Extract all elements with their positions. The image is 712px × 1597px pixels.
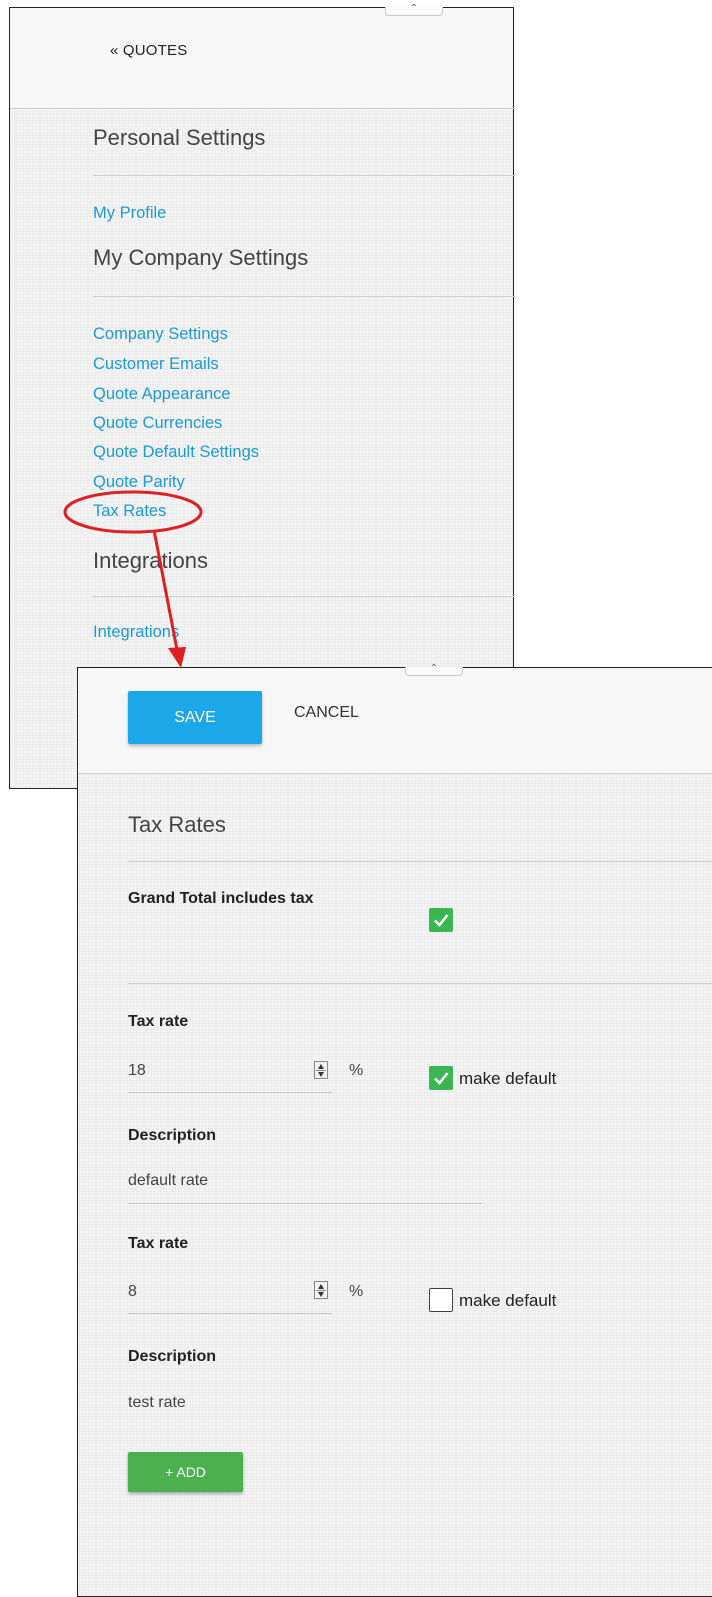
grand-total-checkbox[interactable] — [429, 908, 453, 932]
description-label: Description — [128, 1348, 217, 1365]
nav-link-customer-emails[interactable]: Customer Emails — [93, 355, 219, 374]
save-button[interactable]: SAVE — [128, 691, 262, 744]
divider — [93, 596, 515, 597]
spinner-arrows-icon[interactable] — [314, 1281, 328, 1299]
input-underline — [128, 1203, 482, 1204]
nav-link-company-settings[interactable]: Company Settings — [93, 325, 228, 344]
nav-link-tax-rates[interactable]: Tax Rates — [93, 502, 166, 521]
collapse-tab-icon[interactable]: ⌃ — [405, 664, 463, 676]
spinner-arrows-icon[interactable] — [314, 1061, 328, 1079]
description-input[interactable]: test rate — [128, 1394, 186, 1412]
nav-link-integrations[interactable]: Integrations — [93, 623, 179, 642]
add-tax-rate-button[interactable]: + ADD — [128, 1452, 243, 1492]
input-underline — [128, 1313, 332, 1314]
percent-unit: % — [349, 1283, 364, 1300]
description-input[interactable]: default rate — [128, 1172, 208, 1190]
check-icon — [434, 914, 449, 927]
tax-rate-label: Tax rate — [128, 1013, 189, 1030]
make-default-checkbox[interactable] — [429, 1288, 453, 1312]
divider — [10, 108, 515, 109]
divider — [93, 175, 515, 176]
nav-link-quote-default-settings[interactable]: Quote Default Settings — [93, 443, 259, 462]
nav-header — [10, 8, 513, 108]
tax-rate-input[interactable]: 18 — [128, 1062, 146, 1080]
grand-total-label: Grand Total includes tax — [128, 890, 314, 907]
percent-unit: % — [349, 1062, 364, 1079]
section-my-company-settings: My Company Settings — [93, 245, 309, 270]
input-underline — [128, 1092, 332, 1093]
make-default-checkbox[interactable] — [429, 1066, 453, 1090]
description-label: Description — [128, 1127, 217, 1144]
section-personal-settings: Personal Settings — [93, 125, 266, 150]
section-integrations: Integrations — [93, 548, 208, 573]
nav-link-quote-appearance[interactable]: Quote Appearance — [93, 385, 231, 404]
tax-rate-label: Tax rate — [128, 1235, 189, 1252]
divider — [78, 773, 712, 774]
tax-rate-input[interactable]: 8 — [128, 1283, 137, 1301]
nav-link-quote-parity[interactable]: Quote Parity — [93, 473, 185, 492]
divider — [93, 296, 515, 297]
back-to-quotes-link[interactable]: « QUOTES — [110, 42, 187, 59]
nav-link-my-profile[interactable]: My Profile — [93, 204, 166, 223]
make-default-label: make default — [459, 1291, 557, 1310]
page-title: Tax Rates — [128, 812, 226, 837]
divider — [128, 861, 712, 862]
collapse-tab-icon[interactable]: ⌃ — [385, 4, 443, 16]
tax-rates-panel: ⌃ SAVE CANCEL Tax Rates Grand Total incl… — [77, 664, 712, 1597]
divider — [128, 983, 712, 984]
make-default-label: make default — [459, 1069, 557, 1088]
nav-link-quote-currencies[interactable]: Quote Currencies — [93, 414, 222, 433]
cancel-button[interactable]: CANCEL — [294, 704, 359, 722]
check-icon — [434, 1072, 449, 1085]
